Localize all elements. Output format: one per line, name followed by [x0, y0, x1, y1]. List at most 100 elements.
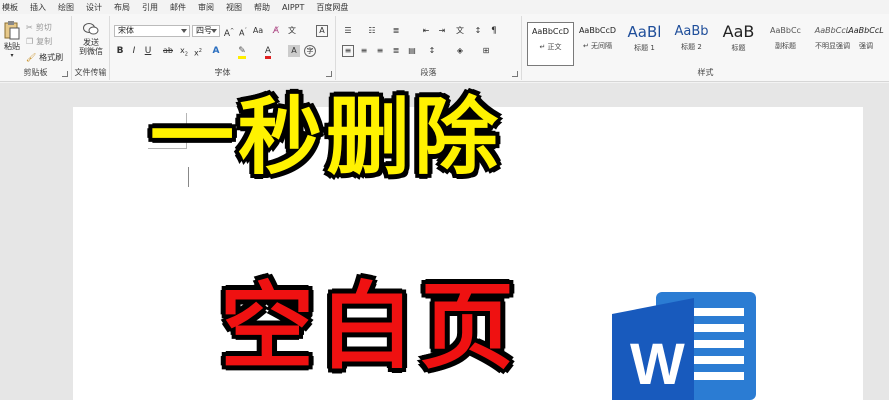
style-name: ↵ 无间隔 — [582, 42, 613, 50]
font-name-select[interactable]: 宋体 — [114, 25, 190, 37]
distributed-icon[interactable]: ▤ — [406, 45, 418, 57]
chevron-down-icon[interactable]: ▾ — [2, 51, 22, 60]
send-label-line2: 到微信 — [79, 47, 103, 56]
line-spacing-icon[interactable]: ↕ — [426, 45, 438, 57]
tab-view[interactable]: 视图 — [220, 2, 248, 13]
format-painter-label: 格式刷 — [39, 53, 64, 62]
font-color-icon[interactable]: A — [262, 45, 274, 59]
dialog-launcher-icon[interactable] — [326, 71, 332, 77]
style-sample: AaBbCc — [770, 26, 801, 35]
show-marks-icon[interactable]: ¶ — [488, 25, 500, 37]
chinese-layout-icon[interactable]: 文 — [454, 25, 466, 37]
style-normal[interactable]: AaBbCcD ↵ 正文 — [527, 22, 574, 66]
border-char-icon[interactable]: A — [316, 25, 328, 37]
borders-icon[interactable]: ⊞ — [480, 45, 492, 57]
clipboard-group: 粘贴 ▾ ✂ 剪切 ❐ 复制 🖌 格式刷 剪贴板 — [0, 16, 72, 80]
word-logo-letter: W — [630, 332, 685, 397]
format-painter-button[interactable]: 🖌 格式刷 — [26, 52, 63, 63]
dialog-launcher-icon[interactable] — [512, 71, 518, 77]
tab-mailings[interactable]: 邮件 — [164, 2, 192, 13]
align-right-icon[interactable]: ≡ — [374, 45, 386, 57]
style-sample: AaBb — [674, 24, 709, 39]
justify-icon[interactable]: ≣ — [390, 45, 402, 57]
tab-layout[interactable]: 布局 — [108, 2, 136, 13]
style-name: 强调 — [859, 42, 873, 50]
style-sample: AaBbCcD — [531, 27, 570, 36]
tab-draw[interactable]: 绘图 — [52, 2, 80, 13]
font-name-value: 宋体 — [118, 26, 134, 35]
tab-review[interactable]: 审阅 — [192, 2, 220, 13]
phonetic-guide-icon[interactable]: 文 — [286, 25, 298, 37]
style-sample: AaBbCcL — [848, 26, 884, 35]
chevron-down-icon[interactable] — [211, 29, 217, 33]
font-case-icon[interactable]: Aa — [252, 25, 264, 37]
multilevel-list-icon[interactable]: ≣ — [390, 25, 402, 37]
send-to-wechat-button[interactable]: 发送 到微信 — [74, 22, 108, 56]
align-center-icon[interactable]: ≡ — [358, 45, 370, 57]
align-left-icon[interactable]: ≡ — [342, 45, 354, 57]
file-transfer-group: 发送 到微信 文件传输 — [72, 16, 110, 80]
tab-references[interactable]: 引用 — [136, 2, 164, 13]
font-group-label: 字体 — [214, 68, 231, 77]
chevron-down-icon[interactable] — [181, 29, 187, 33]
style-heading-1[interactable]: AaBl 标题 1 — [621, 22, 668, 66]
enclose-char-icon[interactable]: 字 — [304, 45, 316, 57]
paragraph-group: ☰ ☷ ≣ ⇤ ⇥ 文 ↕ ¶ ≡ ≡ ≡ ≣ ▤ ↕ ◈ ⊞ 段落 — [336, 16, 522, 80]
strikethrough-icon[interactable]: ab — [162, 45, 174, 57]
font-size-value: 四号 — [196, 26, 212, 35]
style-name: 标题 2 — [681, 43, 702, 51]
dialog-launcher-icon[interactable] — [62, 71, 68, 77]
copy-icon: ❐ — [26, 37, 34, 46]
shrink-font-icon[interactable]: Aˇ — [237, 25, 249, 38]
paste-icon — [4, 21, 20, 40]
style-emphasis[interactable]: AaBbCcL 强调 — [844, 22, 888, 66]
bold-icon[interactable]: B — [114, 45, 126, 57]
font-size-select[interactable]: 四号 — [192, 25, 220, 37]
tab-baidu-netdisk[interactable]: 百度网盘 — [310, 2, 354, 13]
increase-indent-icon[interactable]: ⇥ — [436, 25, 448, 37]
decrease-indent-icon[interactable]: ⇤ — [420, 25, 432, 37]
numbering-icon[interactable]: ☷ — [366, 25, 378, 37]
bullets-icon[interactable]: ☰ — [342, 25, 354, 37]
tab-aippt[interactable]: AIPPT — [276, 3, 310, 12]
style-name: ↵ 正文 — [539, 43, 562, 51]
grow-font-icon[interactable]: A^ — [223, 25, 235, 39]
headline-line2: 空白页 — [220, 273, 521, 382]
tab-design[interactable]: 设计 — [80, 2, 108, 13]
paste-button[interactable]: 粘贴 ▾ — [2, 20, 22, 60]
superscript-icon[interactable]: x2 — [192, 45, 204, 58]
styles-group: AaBbCcD ↵ 正文 AaBbCcD ↵ 无间隔 AaBl 标题 1 AaB… — [522, 16, 889, 80]
copy-button[interactable]: ❐ 复制 — [26, 36, 52, 47]
sort-icon[interactable]: ↕ — [472, 25, 484, 37]
copy-label: 复制 — [36, 37, 53, 46]
ribbon-tab-bar: 模板 插入 绘图 设计 布局 引用 邮件 审阅 视图 帮助 AIPPT 百度网盘 — [0, 0, 889, 14]
file-transfer-group-label: 文件传输 — [74, 68, 107, 77]
cut-label: 剪切 — [35, 23, 52, 32]
clipboard-group-label: 剪贴板 — [23, 68, 48, 77]
italic-icon[interactable]: I — [128, 45, 140, 57]
shading-icon[interactable]: ◈ — [454, 45, 466, 57]
style-title[interactable]: AaB 标题 — [715, 22, 762, 66]
style-no-spacing[interactable]: AaBbCcD ↵ 无间隔 — [574, 22, 621, 66]
char-shading-icon[interactable]: A — [288, 45, 300, 57]
style-heading-2[interactable]: AaBb 标题 2 — [668, 22, 715, 66]
tab-help[interactable]: 帮助 — [248, 2, 276, 13]
ribbon: 粘贴 ▾ ✂ 剪切 ❐ 复制 🖌 格式刷 剪贴板 发送 到微信 文件传输 宋体 … — [0, 14, 889, 82]
style-sample: AaBbCcD — [578, 26, 617, 35]
paintbrush-icon: 🖌 — [26, 53, 37, 62]
clear-format-icon[interactable]: A̸ — [270, 25, 282, 37]
send-label-line1: 发送 — [83, 38, 99, 47]
headline-line1: 一秒删除 — [150, 88, 503, 186]
paragraph-group-label: 段落 — [420, 68, 437, 77]
highlight-color-icon[interactable]: ✎ — [236, 45, 248, 59]
wechat-icon — [83, 23, 99, 35]
tab-insert[interactable]: 插入 — [24, 2, 52, 13]
style-name: 副标题 — [775, 42, 796, 50]
paste-label: 粘贴 — [4, 42, 20, 51]
style-subtitle[interactable]: AaBbCc 副标题 — [762, 22, 809, 66]
subscript-icon[interactable]: x2 — [178, 45, 190, 58]
tab-template[interactable]: 模板 — [0, 2, 24, 13]
text-effect-icon[interactable]: A — [210, 45, 222, 57]
cut-button[interactable]: ✂ 剪切 — [26, 22, 52, 33]
underline-icon[interactable]: U — [142, 45, 154, 57]
